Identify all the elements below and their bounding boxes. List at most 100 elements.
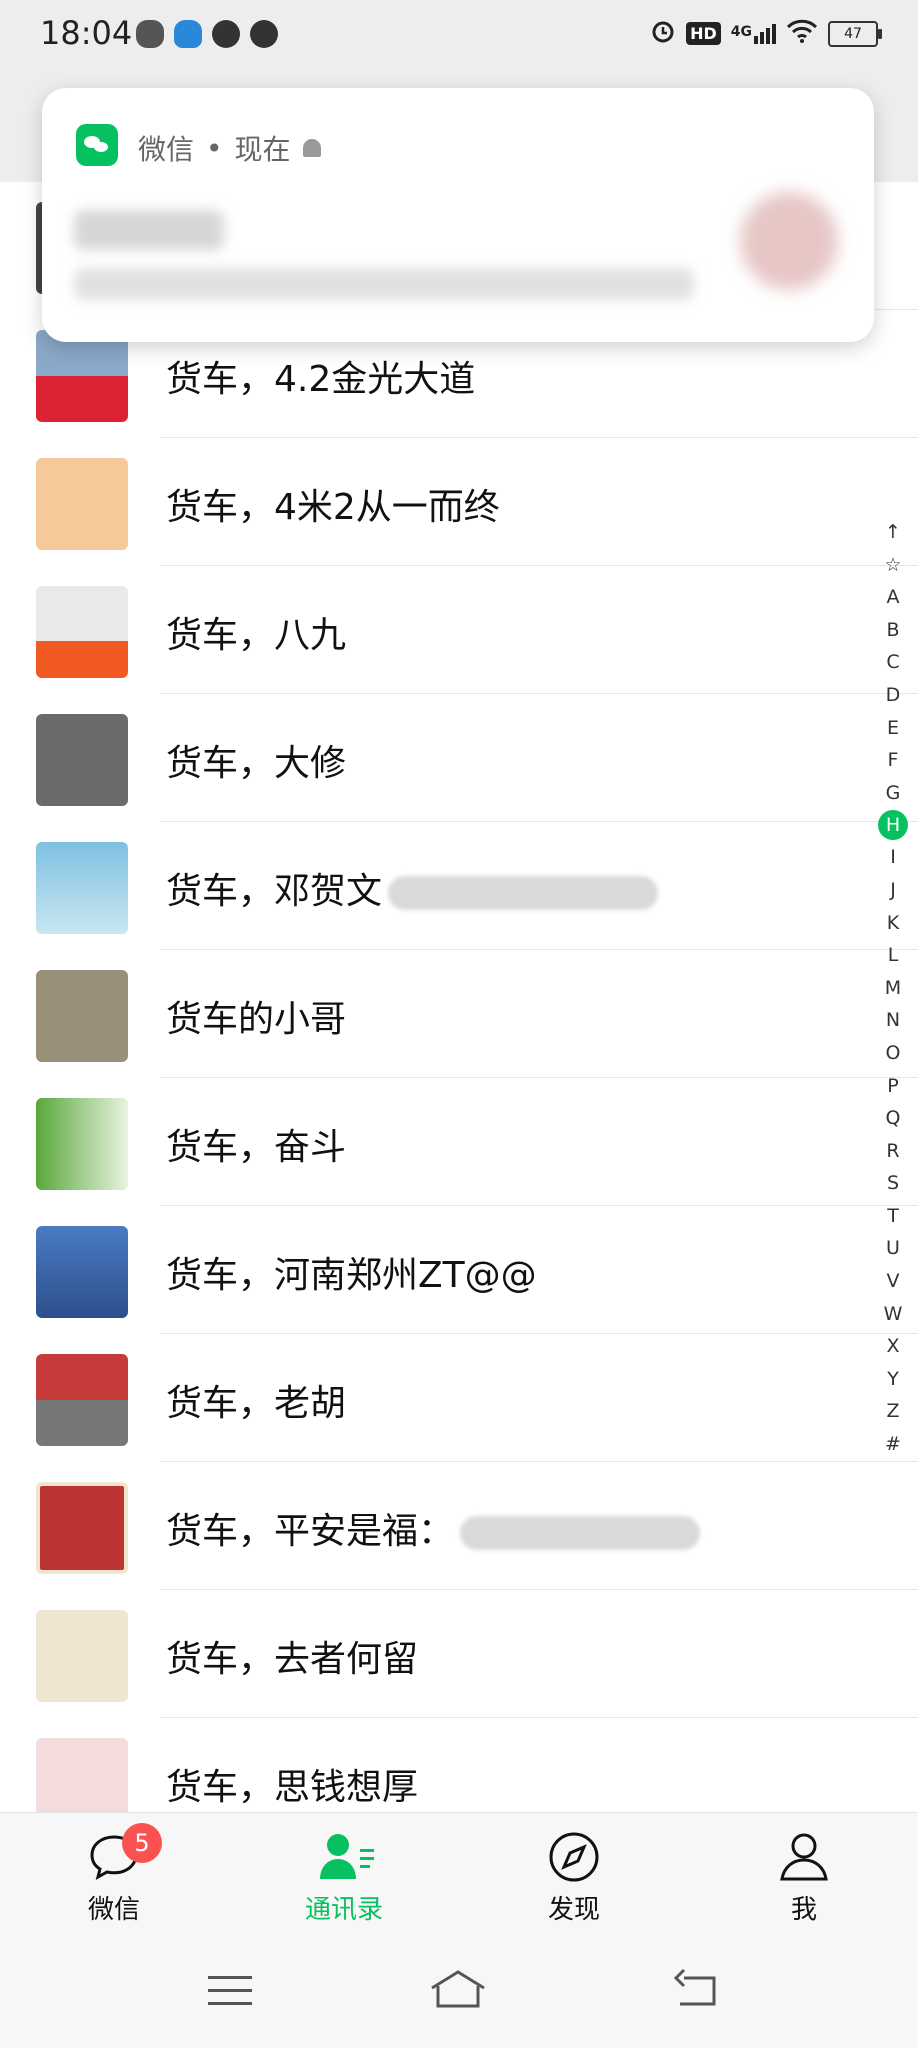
contact-name: 货车，邓贺文: [166, 862, 659, 914]
index-letter[interactable]: ☆: [876, 549, 910, 582]
qq-status-icon: [174, 20, 202, 48]
tab-chats[interactable]: 5 微信: [34, 1813, 194, 1939]
index-letter[interactable]: T: [876, 1200, 910, 1233]
dot-separator: •: [206, 131, 223, 165]
contact-row[interactable]: 货车，平安是福：: [0, 1462, 918, 1590]
index-letter[interactable]: W: [876, 1298, 910, 1331]
index-letter[interactable]: E: [876, 712, 910, 745]
tab-contacts[interactable]: 通讯录: [264, 1813, 424, 1939]
notification-banner[interactable]: 微信 • 现在: [42, 88, 874, 342]
contact-row[interactable]: 货车，邓贺文: [0, 822, 918, 950]
contact-row[interactable]: 货车，八九: [0, 566, 918, 694]
index-letter[interactable]: I: [876, 841, 910, 874]
status-right: HD 4G 47: [650, 18, 882, 49]
index-letter[interactable]: #: [876, 1428, 910, 1461]
index-letter[interactable]: D: [876, 679, 910, 712]
contact-row[interactable]: 货车，大修: [0, 694, 918, 822]
index-letter[interactable]: A: [876, 581, 910, 614]
unread-badge: 5: [122, 1823, 162, 1863]
index-letter[interactable]: C: [876, 646, 910, 679]
tab-discover[interactable]: 发现: [494, 1813, 654, 1939]
contact-avatar: [36, 1610, 128, 1702]
alarm-icon: [650, 18, 676, 49]
contact-row[interactable]: 货车的小哥: [0, 950, 918, 1078]
notification-app-name: 微信: [138, 133, 195, 166]
index-letter[interactable]: ↑: [876, 516, 910, 549]
notification-message-redacted: [74, 268, 694, 300]
contact-row[interactable]: 货车，思钱想厚: [0, 1718, 918, 1812]
contact-avatar: [36, 1738, 128, 1812]
index-letter[interactable]: S: [876, 1167, 910, 1200]
contact-list[interactable]: 货车，4.2金光大道 货车，4米2从一而终 货车，八九 货车，大修 货车，邓贺文…: [0, 182, 918, 1812]
contact-name-text: 货车，邓贺文: [166, 871, 383, 912]
contact-name: 货车，4.2金光大道: [166, 359, 476, 400]
contact-name: 货车，4米2从一而终: [166, 487, 500, 528]
index-letter[interactable]: H: [878, 810, 908, 841]
tab-label: 我: [790, 1895, 817, 1925]
home-icon[interactable]: [428, 1966, 488, 2016]
contact-avatar: [36, 1482, 128, 1574]
index-letter[interactable]: G: [876, 777, 910, 810]
index-letter[interactable]: Z: [876, 1395, 910, 1428]
contact-name: 货车，河南郑州ZT@@: [166, 1255, 537, 1296]
contact-avatar: [36, 1098, 128, 1190]
notification-avatar: [740, 192, 838, 290]
index-letter[interactable]: X: [876, 1330, 910, 1363]
hd-badge: HD: [686, 22, 721, 45]
system-nav-bar: [0, 1938, 918, 2048]
notification-time: 现在: [234, 133, 291, 166]
contact-row[interactable]: 货车，4米2从一而终: [0, 438, 918, 566]
back-icon[interactable]: [670, 1966, 730, 2016]
index-letter[interactable]: O: [876, 1037, 910, 1070]
chat-bubble-icon: 5: [88, 1823, 162, 1883]
notification-icons: [136, 20, 278, 48]
index-letter[interactable]: R: [876, 1135, 910, 1168]
index-letter[interactable]: P: [876, 1070, 910, 1103]
index-letter[interactable]: N: [876, 1004, 910, 1037]
index-letter[interactable]: V: [876, 1265, 910, 1298]
contact-row[interactable]: 货车，老胡: [0, 1334, 918, 1462]
q-status-icon: [212, 20, 240, 48]
contact-row[interactable]: 货车，奋斗: [0, 1078, 918, 1206]
tab-label: 发现: [547, 1895, 600, 1925]
index-letter[interactable]: M: [876, 972, 910, 1005]
index-letter[interactable]: U: [876, 1232, 910, 1265]
index-letter[interactable]: J: [876, 874, 910, 907]
redacted-text: [388, 876, 659, 910]
contact-avatar: [36, 1354, 128, 1446]
status-bar: 18:04 HD 4G 47: [0, 0, 918, 72]
index-letter[interactable]: Y: [876, 1363, 910, 1396]
contact-name: 货车，去者何留: [166, 1639, 419, 1680]
contact-name: 货车，八九: [166, 615, 347, 656]
index-letter[interactable]: B: [876, 614, 910, 647]
network-label: 4G: [730, 23, 752, 40]
redacted-text: [460, 1516, 701, 1550]
battery-icon: 47: [828, 20, 882, 47]
contact-avatar: [36, 330, 128, 422]
contact-name: 货车，平安是福：: [166, 1502, 701, 1554]
index-letter[interactable]: Q: [876, 1102, 910, 1135]
tab-label: 通讯录: [304, 1895, 383, 1925]
tab-bar: 5 微信 通讯录 发现 我: [0, 1812, 918, 1939]
notification-header: 微信 • 现在: [138, 128, 321, 168]
wechat-status-icon: [136, 20, 164, 48]
contact-name: 货车，奋斗: [166, 1127, 347, 1168]
index-letter[interactable]: L: [876, 939, 910, 972]
contact-row[interactable]: 货车，河南郑州ZT@@: [0, 1206, 918, 1334]
alphabet-index[interactable]: ↑ ☆ A B C D E F G H I J K L M N O P Q R S T U V W X Y Z #: [868, 516, 918, 1461]
contact-name: 货车，思钱想厚: [166, 1767, 419, 1808]
tab-me[interactable]: 我: [724, 1813, 884, 1939]
wifi-icon: [786, 18, 818, 49]
index-letter[interactable]: K: [876, 907, 910, 940]
person-icon: [778, 1831, 830, 1883]
contact-name: 货车的小哥: [166, 999, 347, 1040]
index-letter[interactable]: F: [876, 744, 910, 777]
compass-status-icon: [250, 20, 278, 48]
contact-row[interactable]: 货车，去者何留: [0, 1590, 918, 1718]
contact-avatar: [36, 458, 128, 550]
tab-label: 微信: [87, 1895, 140, 1925]
contact-avatar: [36, 970, 128, 1062]
notification-sender-redacted: [74, 210, 224, 250]
contact-avatar: [36, 1226, 128, 1318]
menu-icon[interactable]: [200, 1966, 260, 2016]
